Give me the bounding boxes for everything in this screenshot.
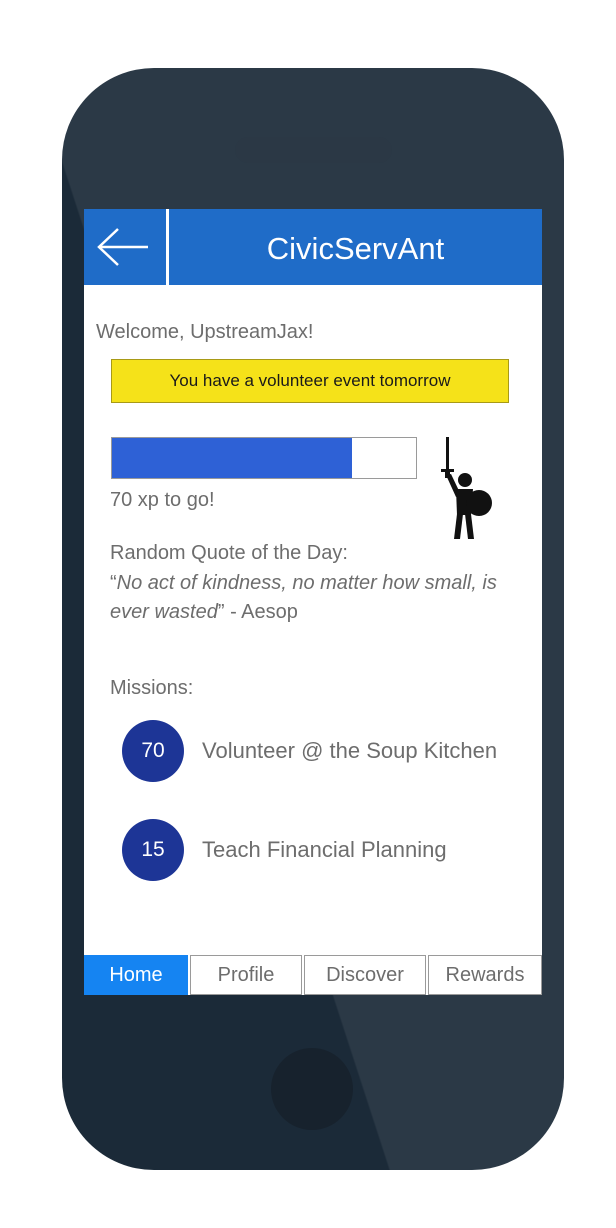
- quote-heading: Random Quote of the Day:: [110, 542, 348, 564]
- top-bar: CivicServAnt: [84, 209, 542, 285]
- bottom-tab-bar: Home Profile Discover Rewards: [84, 955, 542, 995]
- quote-close-mark: ”: [217, 601, 225, 623]
- mission-label: Teach Financial Planning: [202, 837, 447, 862]
- app-screen: CivicServAnt Welcome, UpstreamJax! You h…: [84, 209, 542, 995]
- welcome-message: Welcome, UpstreamJax!: [96, 321, 314, 343]
- mission-xp-badge: 15: [122, 819, 184, 881]
- tab-profile[interactable]: Profile: [190, 955, 302, 995]
- event-alert-banner[interactable]: You have a volunteer event tomorrow: [111, 359, 509, 403]
- missions-heading: Missions:: [110, 677, 194, 699]
- mission-item-soup-kitchen[interactable]: 70 Volunteer @ the Soup Kitchen: [122, 720, 542, 782]
- knight-avatar-icon: [441, 437, 492, 539]
- app-title: CivicServAnt: [266, 231, 445, 266]
- mission-item-financial-planning[interactable]: 15 Teach Financial Planning: [122, 819, 542, 881]
- mission-xp-badge: 70: [122, 720, 184, 782]
- home-button[interactable]: [271, 1048, 353, 1130]
- quote-open-mark: “: [110, 572, 117, 594]
- tab-home[interactable]: Home: [84, 955, 188, 995]
- quote-body: No act of kindness, no matter how small,…: [110, 572, 497, 623]
- tab-discover[interactable]: Discover: [304, 955, 426, 995]
- quote-of-the-day: “No act of kindness, no matter how small…: [110, 569, 530, 627]
- speaker-grille: [235, 137, 392, 163]
- xp-remaining-label: 70 xp to go!: [110, 489, 215, 511]
- tab-rewards[interactable]: Rewards: [428, 955, 542, 995]
- mission-label: Volunteer @ the Soup Kitchen: [202, 738, 498, 763]
- back-button[interactable]: [84, 209, 166, 285]
- xp-progress-fill: [112, 438, 353, 478]
- quote-attribution: - Aesop: [224, 601, 298, 623]
- arrow-left-icon: [97, 228, 148, 266]
- xp-progress-bar: [111, 437, 417, 479]
